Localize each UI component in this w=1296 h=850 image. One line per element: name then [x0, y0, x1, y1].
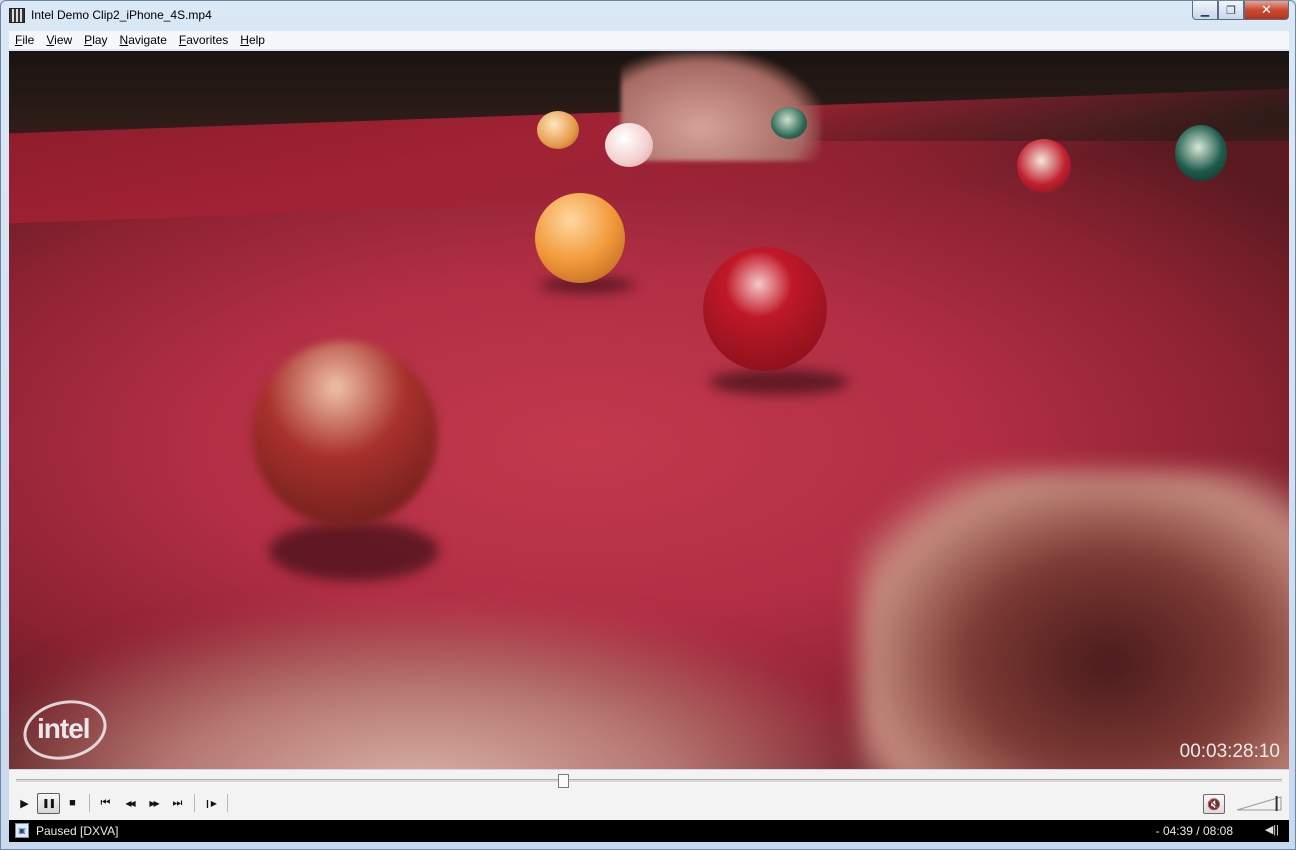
foreground-rail — [9, 611, 869, 769]
seek-bar[interactable] — [16, 779, 1282, 782]
pool-ball — [537, 111, 579, 149]
window-controls: ▁ ❐ ✕ — [1192, 1, 1289, 21]
pool-ball — [703, 247, 827, 371]
audio-icon: ◀|| — [1264, 824, 1279, 836]
pool-ball — [771, 107, 807, 139]
mute-button[interactable]: 🔇 — [1203, 794, 1225, 814]
menu-view[interactable]: View — [40, 33, 78, 47]
play-button[interactable]: ▶ — [13, 793, 36, 814]
close-button[interactable]: ✕ — [1244, 1, 1289, 20]
status-bar: ▣ Paused [DXVA] - 04:39 / 08:08 ◀|| — [9, 820, 1289, 842]
app-icon[interactable] — [9, 8, 25, 23]
pool-ball — [1017, 139, 1071, 193]
pool-ball — [535, 193, 625, 283]
frame-step-icon: ❙▶ — [204, 798, 217, 808]
ball-shadow — [709, 369, 849, 395]
pool-ball — [252, 341, 438, 527]
control-bar: ▶ ❚❚ ■ ⏮ ◀◀ ▶▶ ⏭ ❙▶ 🔇 — [9, 770, 1289, 820]
intel-logo: intel — [37, 713, 91, 744]
volume-wedge-icon — [1236, 796, 1282, 811]
mute-icon: 🔇 — [1207, 798, 1221, 811]
maximize-button[interactable]: ❐ — [1218, 1, 1244, 20]
pause-button[interactable]: ❚❚ — [37, 792, 60, 814]
table-pocket — [859, 471, 1289, 769]
separator — [227, 794, 228, 812]
menu-favorites[interactable]: Favorites — [173, 33, 234, 47]
title-bar[interactable]: Intel Demo Clip2_iPhone_4S.mp4 ▁ ❐ ✕ — [1, 1, 1295, 29]
window-title: Intel Demo Clip2_iPhone_4S.mp4 — [31, 8, 212, 22]
rewind-icon: ◀◀ — [125, 798, 135, 808]
pool-ball — [1175, 125, 1227, 181]
pause-icon: ❚❚ — [41, 797, 56, 808]
fast-forward-icon: ▶▶ — [149, 798, 159, 808]
separator — [89, 794, 90, 812]
playback-status: Paused [DXVA] — [36, 824, 119, 838]
volume-slider[interactable] — [1235, 794, 1283, 812]
cue-ball — [605, 123, 653, 167]
overlay-timecode: 00:03:28:10 — [1179, 741, 1280, 762]
menu-play[interactable]: Play — [78, 33, 113, 47]
separator — [194, 794, 195, 812]
fast-forward-button[interactable]: ▶▶ — [142, 793, 165, 814]
next-button[interactable]: ⏭ — [166, 793, 189, 814]
time-remaining[interactable]: - 04:39 / 08:08 — [1156, 824, 1233, 838]
minimize-button[interactable]: ▁ — [1192, 1, 1218, 20]
video-frame[interactable]: intel 00:03:28:10 — [9, 51, 1289, 769]
menu-navigate[interactable]: Navigate — [114, 33, 173, 47]
player-window: Intel Demo Clip2_iPhone_4S.mp4 ▁ ❐ ✕ Fil… — [0, 0, 1296, 850]
rewind-button[interactable]: ◀◀ — [118, 793, 141, 814]
skip-forward-icon: ⏭ — [172, 796, 183, 809]
menu-help[interactable]: Help — [234, 33, 271, 47]
skip-back-icon: ⏮ — [100, 796, 111, 809]
ball-shadow — [269, 521, 439, 581]
transport-buttons: ▶ ❚❚ ■ ⏮ ◀◀ ▶▶ ⏭ ❙▶ — [13, 792, 232, 814]
stop-icon: ■ — [69, 797, 76, 809]
stop-button[interactable]: ■ — [61, 793, 84, 814]
menu-bar: File View Play Navigate Favorites Help — [9, 31, 1289, 50]
frame-step-button[interactable]: ❙▶ — [199, 793, 222, 814]
seek-thumb[interactable] — [557, 774, 569, 788]
previous-button[interactable]: ⏮ — [94, 793, 117, 814]
play-icon: ▶ — [20, 797, 29, 810]
file-icon: ▣ — [15, 823, 29, 838]
menu-file[interactable]: File — [9, 33, 40, 47]
